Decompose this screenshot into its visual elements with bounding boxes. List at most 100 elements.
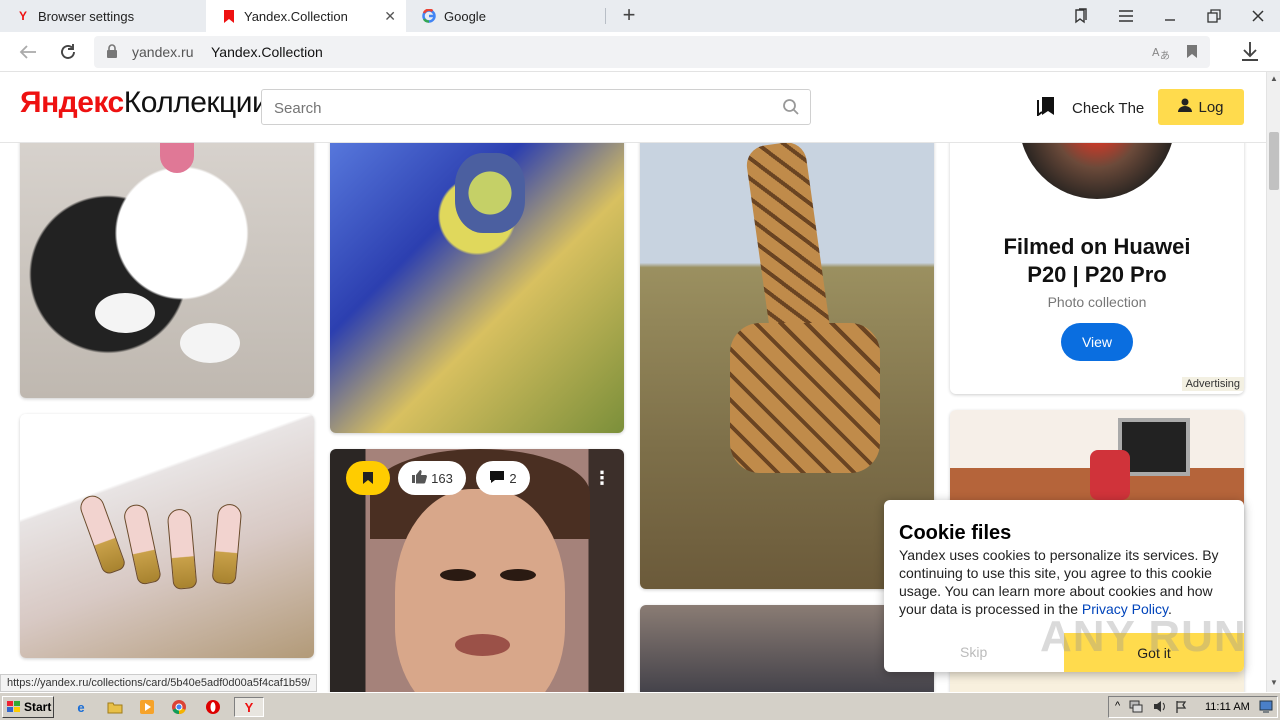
user-icon xyxy=(1178,98,1193,116)
comment-icon xyxy=(489,470,505,487)
ad-title-line2: P20 | P20 Pro xyxy=(1027,262,1167,287)
bookmarks-icon xyxy=(1036,96,1056,120)
check-the-link[interactable]: Check The xyxy=(1036,96,1144,120)
comment-count: 2 xyxy=(509,470,517,486)
tray-up-arrow-icon[interactable]: ^ xyxy=(1115,700,1120,712)
ad-title: Filmed on Huawei P20 | P20 Pro xyxy=(950,233,1244,289)
system-tray: ^ 11:11 AM xyxy=(1108,696,1278,718)
yandex-collections-logo[interactable]: ЯндексКоллекции xyxy=(20,86,269,120)
action-center-flag-icon[interactable] xyxy=(1175,700,1187,717)
kitten-tongue xyxy=(160,143,194,173)
login-label: Log xyxy=(1198,98,1224,116)
start-label: Start xyxy=(24,700,52,714)
search-icon[interactable] xyxy=(782,98,800,121)
downloads-icon[interactable] xyxy=(1240,40,1264,64)
logo-yandex: Яндекс xyxy=(20,86,124,119)
like-count: 163 xyxy=(431,470,453,486)
restore-icon[interactable] xyxy=(1192,0,1236,32)
status-link-url: https://yandex.ru/collections/card/5b40e… xyxy=(0,674,318,692)
collections-icon[interactable] xyxy=(1059,0,1103,32)
tab-title: Yandex.Collection xyxy=(244,8,348,24)
kitten-paw xyxy=(180,323,240,363)
internet-explorer-icon[interactable]: e xyxy=(70,697,92,717)
portrait-face xyxy=(395,489,565,692)
cookie-skip-button[interactable]: Skip xyxy=(960,644,987,660)
windows-logo-icon xyxy=(7,701,20,712)
card-nails-photo[interactable] xyxy=(20,414,314,658)
new-tab-button[interactable]: + xyxy=(618,4,640,28)
bookmark-icon[interactable] xyxy=(1186,44,1198,64)
ad-title-line1: Filmed on Huawei xyxy=(1003,234,1191,259)
search-input[interactable] xyxy=(274,97,774,119)
cookie-title: Cookie files xyxy=(899,522,1012,544)
google-g-icon xyxy=(422,9,436,23)
tea-photo-jug xyxy=(1090,450,1130,500)
nail-shape xyxy=(211,503,243,585)
reload-icon[interactable] xyxy=(56,40,80,64)
tab-separator xyxy=(605,8,606,24)
advertising-label: Advertising xyxy=(1181,377,1244,391)
card-kitten-photo[interactable] xyxy=(20,143,314,398)
chrome-icon[interactable] xyxy=(168,697,190,717)
nail-shape xyxy=(77,492,127,576)
tab-strip: Y Browser settings Yandex.Collection ✕ G… xyxy=(0,0,1280,32)
card-portrait-photo[interactable]: 163 2 ⋮ xyxy=(330,449,624,692)
network-icon[interactable] xyxy=(1129,700,1143,716)
svg-text:あ: あ xyxy=(1160,50,1170,60)
ad-view-button[interactable]: View xyxy=(1061,323,1133,361)
collections-bookmark-icon xyxy=(222,9,236,23)
anyrun-watermark: ANY RUN xyxy=(1040,612,1247,661)
cookie-text: Yandex uses cookies to personalize its s… xyxy=(899,546,1229,618)
ad-image xyxy=(1019,143,1175,199)
ad-card[interactable]: Filmed on Huawei P20 | P20 Pro Photo col… xyxy=(950,143,1244,394)
login-button[interactable]: Log xyxy=(1158,89,1244,125)
tab-google[interactable]: Google xyxy=(406,0,606,32)
portrait-lips xyxy=(455,634,510,656)
scroll-up-arrow-icon[interactable]: ▲ xyxy=(1269,74,1279,86)
like-button[interactable]: 163 xyxy=(398,461,466,495)
bookmark-icon xyxy=(363,472,373,484)
nail-shape xyxy=(166,508,198,590)
minimize-icon[interactable] xyxy=(1148,0,1192,32)
show-desktop-icon[interactable] xyxy=(1259,700,1273,716)
url-field[interactable]: yandex.ru Yandex.Collection Aあ xyxy=(94,36,1210,68)
volume-icon[interactable] xyxy=(1153,700,1167,716)
thumbs-up-icon xyxy=(411,469,428,487)
scroll-down-arrow-icon[interactable]: ▼ xyxy=(1269,678,1279,690)
close-tab-icon[interactable]: ✕ xyxy=(384,8,396,25)
comments-button[interactable]: 2 xyxy=(476,461,530,495)
back-arrow-icon[interactable] xyxy=(16,40,40,64)
menu-icon[interactable] xyxy=(1104,0,1148,32)
opera-icon[interactable] xyxy=(202,697,224,717)
giraffe-body xyxy=(730,323,880,473)
tab-title: Browser settings xyxy=(38,8,135,24)
tab-title: Google xyxy=(444,8,486,24)
card-leopard-photo[interactable] xyxy=(330,143,624,433)
file-explorer-icon[interactable] xyxy=(104,697,126,717)
yandex-browser-taskbar-button[interactable]: Y xyxy=(234,697,264,717)
portrait-eye xyxy=(500,569,536,581)
url-domain: yandex.ru xyxy=(132,44,194,60)
taskbar: Start e Y ^ 11:11 AM xyxy=(0,692,1280,720)
save-to-collection-button[interactable] xyxy=(346,461,390,495)
close-window-icon[interactable] xyxy=(1236,0,1280,32)
lock-icon[interactable] xyxy=(106,44,118,64)
start-button[interactable]: Start xyxy=(2,696,54,718)
more-options-icon[interactable]: ⋮ xyxy=(592,465,612,491)
check-the-label: Check The xyxy=(1072,99,1145,117)
leopard-face xyxy=(455,153,525,233)
site-header: ЯндексКоллекции Check The Log xyxy=(0,72,1266,143)
kitten-paw xyxy=(95,293,155,333)
clock[interactable]: 11:11 AM xyxy=(1205,701,1250,713)
scrollbar-thumb[interactable] xyxy=(1269,132,1279,190)
nail-shape xyxy=(121,502,163,586)
tab-browser-settings[interactable]: Y Browser settings xyxy=(0,0,205,32)
search-box[interactable] xyxy=(261,89,811,125)
page-scrollbar[interactable]: ▲ ▼ xyxy=(1266,72,1280,692)
portrait-eye xyxy=(440,569,476,581)
address-bar: yandex.ru Yandex.Collection Aあ xyxy=(0,32,1280,72)
tab-yandex-collection[interactable]: Yandex.Collection ✕ xyxy=(206,0,406,32)
translate-icon[interactable]: Aあ xyxy=(1152,44,1170,63)
media-player-icon[interactable] xyxy=(136,697,158,717)
svg-text:A: A xyxy=(1152,46,1160,59)
